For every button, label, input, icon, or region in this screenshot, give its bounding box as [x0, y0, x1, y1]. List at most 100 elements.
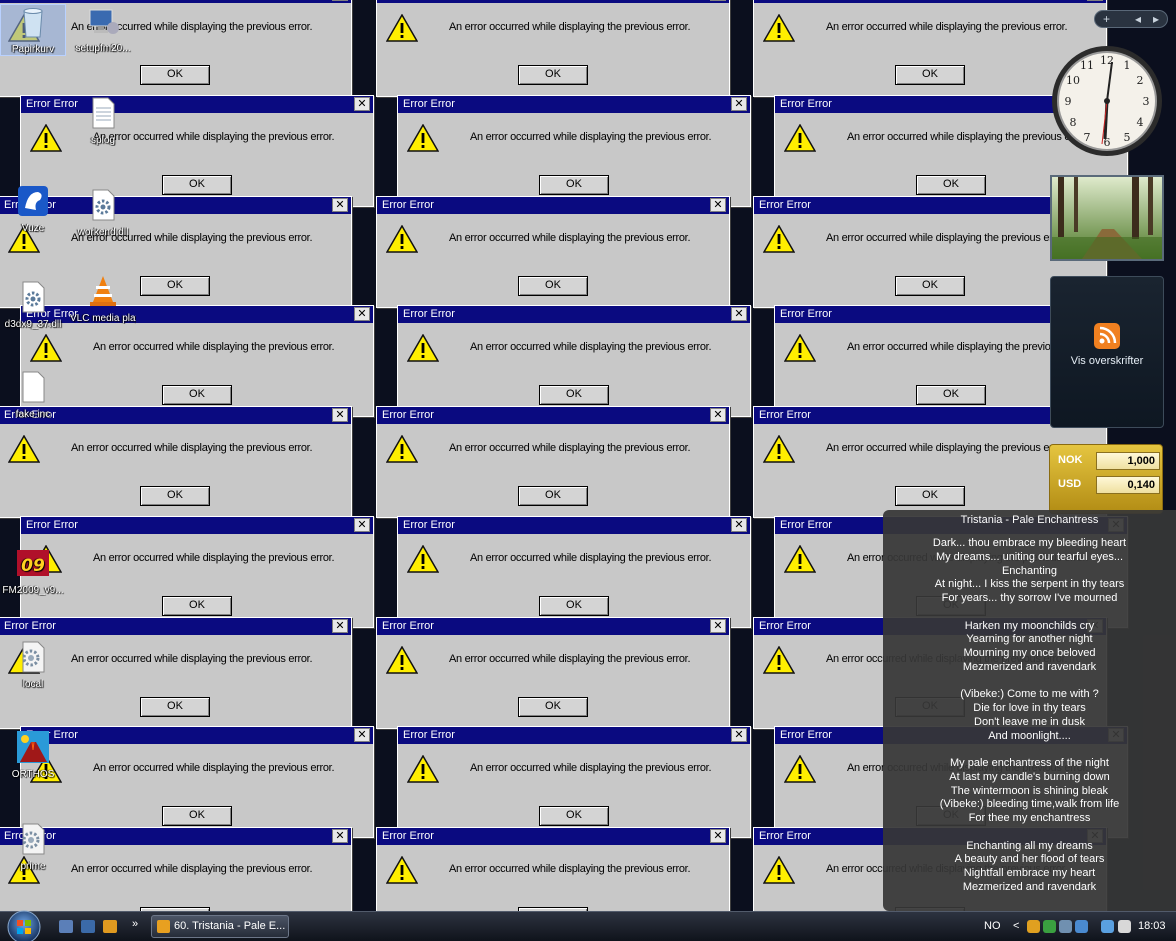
dialog-titlebar[interactable]: Error Error✕ — [21, 517, 373, 534]
error-dialog[interactable]: Error Error✕An error occurred while disp… — [0, 406, 352, 518]
ok-button[interactable]: OK — [895, 65, 965, 85]
switch-windows-icon[interactable] — [81, 920, 95, 933]
ok-button[interactable]: OK — [539, 806, 609, 826]
close-button[interactable]: ✕ — [354, 728, 370, 742]
quick-launch-overflow[interactable]: » — [132, 918, 138, 930]
media-player-icon[interactable] — [103, 920, 117, 933]
close-button[interactable]: ✕ — [710, 0, 726, 1]
dialog-titlebar[interactable]: Error Error✕ — [377, 618, 729, 635]
next-gadget-button[interactable]: ▸ — [1153, 11, 1159, 27]
ok-button[interactable]: OK — [162, 596, 232, 616]
close-button[interactable]: ✕ — [1087, 0, 1103, 1]
close-button[interactable]: ✕ — [710, 829, 726, 843]
defender-tray-icon[interactable] — [1075, 920, 1088, 933]
currency-value[interactable]: 0,140 — [1096, 476, 1160, 494]
volume-icon[interactable] — [1118, 920, 1131, 933]
error-dialog[interactable]: Error Error✕An error occurred while disp… — [20, 726, 374, 838]
language-indicator[interactable]: NO — [984, 920, 1001, 932]
ok-button[interactable]: OK — [539, 596, 609, 616]
close-button[interactable]: ✕ — [731, 518, 747, 532]
dialog-titlebar[interactable]: Error Error✕ — [377, 197, 729, 214]
ok-button[interactable]: OK — [140, 697, 210, 717]
ok-button[interactable]: OK — [539, 175, 609, 195]
desktop-icon[interactable]: fake.inc — [0, 370, 66, 420]
dialog-titlebar[interactable]: Error Error✕ — [377, 407, 729, 424]
close-button[interactable]: ✕ — [332, 198, 348, 212]
ok-button[interactable]: OK — [518, 697, 588, 717]
ok-button[interactable]: OK — [895, 276, 965, 296]
ok-button[interactable]: OK — [539, 385, 609, 405]
error-dialog[interactable]: Error Error✕An error occurred while disp… — [376, 0, 730, 97]
desktop-icon[interactable]: Vuze — [0, 184, 66, 234]
close-button[interactable]: ✕ — [354, 518, 370, 532]
close-button[interactable]: ✕ — [731, 728, 747, 742]
currency-code[interactable]: USD — [1058, 478, 1081, 490]
desktop-icon[interactable]: prime — [0, 822, 66, 872]
ok-button[interactable]: OK — [518, 276, 588, 296]
dialog-titlebar[interactable]: Error Error✕ — [377, 828, 729, 845]
dialog-titlebar[interactable]: Error Error✕ — [0, 0, 351, 3]
error-dialog[interactable]: Error Error✕An error occurred while disp… — [397, 726, 751, 838]
error-dialog[interactable]: Error Error✕An error occurred while disp… — [376, 617, 730, 729]
clock-gadget[interactable]: 12 12 345 678 91011 — [1050, 44, 1164, 158]
desktop-icon[interactable]: local — [0, 640, 66, 690]
desktop-icon[interactable]: ORTHOS — [0, 730, 66, 780]
ok-button[interactable]: OK — [140, 65, 210, 85]
dialog-titlebar[interactable]: Error Error✕ — [398, 306, 750, 323]
dialog-titlebar[interactable]: Error Error✕ — [398, 517, 750, 534]
ok-button[interactable]: OK — [895, 486, 965, 506]
close-button[interactable]: ✕ — [710, 619, 726, 633]
desktop-icon[interactable]: setupfm20... — [70, 4, 136, 54]
desktop-icon[interactable]: splog — [70, 96, 136, 146]
ok-button[interactable]: OK — [162, 806, 232, 826]
ok-button[interactable]: OK — [162, 175, 232, 195]
currency-code[interactable]: NOK — [1058, 454, 1082, 466]
ok-button[interactable]: OK — [518, 486, 588, 506]
ok-button[interactable]: OK — [518, 65, 588, 85]
dialog-titlebar[interactable]: Error Error✕ — [398, 96, 750, 113]
clock-time[interactable]: 18:03 — [1138, 920, 1166, 932]
show-hidden-icons-button[interactable]: < — [1013, 920, 1019, 932]
network-user-tray-icon[interactable] — [1043, 920, 1056, 933]
close-button[interactable]: ✕ — [332, 829, 348, 843]
slideshow-gadget[interactable] — [1050, 175, 1164, 261]
desktop-icon[interactable]: workend.dll — [70, 188, 136, 238]
close-button[interactable]: ✕ — [731, 307, 747, 321]
close-button[interactable]: ✕ — [332, 0, 348, 1]
taskbar-item-winamp[interactable]: 60. Tristania - Pale E... — [151, 915, 289, 938]
error-dialog[interactable]: Error Error✕An error occurred while disp… — [397, 95, 751, 207]
close-button[interactable]: ✕ — [731, 97, 747, 111]
close-button[interactable]: ✕ — [354, 307, 370, 321]
ok-button[interactable]: OK — [140, 276, 210, 296]
dialog-titlebar[interactable]: Error Error✕ — [377, 0, 729, 3]
close-button[interactable]: ✕ — [332, 408, 348, 422]
desktop-icon[interactable]: 09 FM2009_v9... — [0, 546, 66, 596]
error-dialog[interactable]: Error Error✕An error occurred while disp… — [376, 406, 730, 518]
start-button[interactable] — [4, 909, 44, 941]
messenger-tray-icon[interactable] — [1027, 920, 1040, 933]
close-button[interactable]: ✕ — [710, 408, 726, 422]
ok-button[interactable]: OK — [162, 385, 232, 405]
dialog-titlebar[interactable]: Error Error✕ — [754, 0, 1106, 3]
desktop-icon[interactable]: VLC media player — [70, 274, 136, 324]
error-dialog[interactable]: Error Error✕An error occurred while disp… — [397, 305, 751, 417]
close-button[interactable]: ✕ — [354, 97, 370, 111]
dialog-titlebar[interactable]: Error Error✕ — [398, 727, 750, 744]
add-gadget-button[interactable]: + — [1103, 11, 1110, 27]
prev-gadget-button[interactable]: ◂ — [1135, 11, 1141, 27]
network-tray-icon[interactable] — [1101, 920, 1114, 933]
app-tray-icon[interactable] — [1059, 920, 1072, 933]
ok-button[interactable]: OK — [916, 385, 986, 405]
close-button[interactable]: ✕ — [710, 198, 726, 212]
close-button[interactable]: ✕ — [332, 619, 348, 633]
feed-headlines-gadget[interactable]: Vis overskrifter — [1050, 276, 1164, 428]
ok-button[interactable]: OK — [916, 175, 986, 195]
currency-value[interactable]: 1,000 — [1096, 452, 1160, 470]
desktop-icon[interactable]: Papirkurv — [0, 4, 66, 56]
desktop-icon[interactable]: d3dx9_37.dll — [0, 280, 66, 330]
show-desktop-icon[interactable] — [59, 920, 73, 933]
dialog-titlebar[interactable]: Error Error✕ — [0, 618, 351, 635]
error-dialog[interactable]: Error Error✕An error occurred while disp… — [397, 516, 751, 628]
error-dialog[interactable]: Error Error✕An error occurred while disp… — [376, 196, 730, 308]
ok-button[interactable]: OK — [140, 486, 210, 506]
